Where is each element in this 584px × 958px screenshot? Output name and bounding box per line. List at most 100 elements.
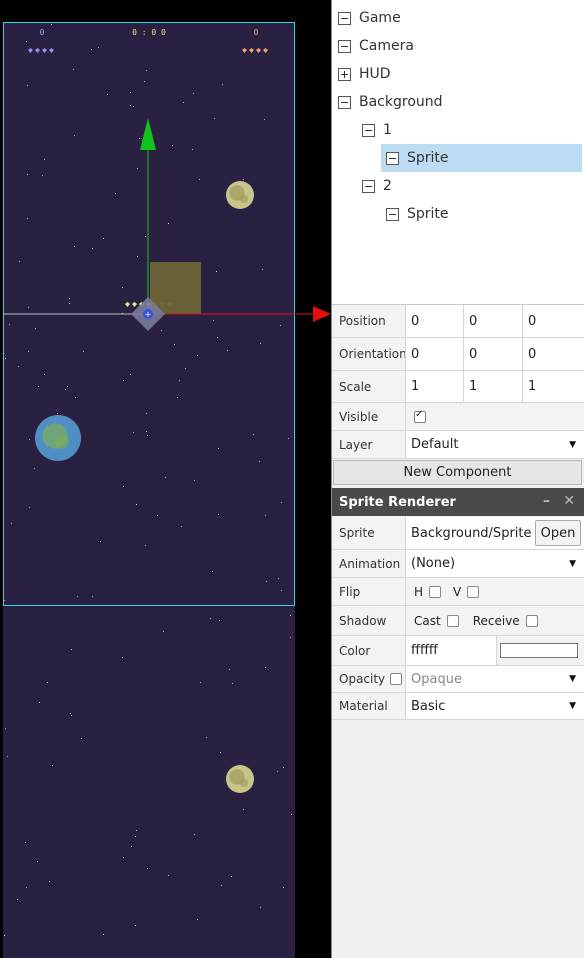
- material-select[interactable]: Basic ▼: [405, 693, 584, 719]
- opacity-row: Opacity Opaque ▼: [332, 666, 584, 693]
- hud-score-right: 0: [254, 28, 259, 37]
- hud-score-left: 0: [40, 28, 45, 37]
- tree-label: Game: [359, 10, 401, 26]
- collapse-icon[interactable]: [386, 151, 399, 165]
- opacity-select[interactable]: Opaque ▼: [405, 666, 584, 692]
- tree-item-1[interactable]: 1: [362, 116, 562, 144]
- heart-icon-row-left: [28, 48, 54, 53]
- material-row: Material Basic ▼: [332, 693, 584, 720]
- minimize-icon[interactable]: –: [543, 493, 550, 509]
- tree-item-hud[interactable]: HUD: [338, 60, 578, 88]
- opacity-value: Opaque: [411, 671, 462, 687]
- tree-item-camera[interactable]: Camera: [338, 32, 578, 60]
- heart-icon: [28, 48, 33, 53]
- scale-z-field[interactable]: 1: [522, 371, 584, 402]
- heart-icon: [49, 48, 54, 53]
- tree-label: Sprite: [407, 150, 449, 166]
- material-value: Basic: [411, 698, 446, 714]
- opacity-label: Opacity: [339, 672, 386, 686]
- tree-item-2[interactable]: 2: [362, 172, 562, 200]
- shadow-label: Shadow: [339, 613, 387, 628]
- tree-item-sprite-2[interactable]: Sprite: [386, 200, 566, 228]
- cast-checkbox[interactable]: [446, 614, 459, 627]
- animation-value: (None): [411, 556, 456, 571]
- tree-label: Sprite: [407, 206, 449, 222]
- dropdown-arrow-icon: ▼: [569, 701, 576, 711]
- position-x-field[interactable]: 0: [405, 305, 463, 337]
- expand-icon[interactable]: [338, 67, 351, 81]
- y-axis-arrow-icon[interactable]: [140, 118, 156, 150]
- x-axis-arrow-icon[interactable]: [313, 306, 331, 322]
- visible-checkbox[interactable]: [414, 409, 426, 423]
- collapse-icon[interactable]: [362, 179, 375, 193]
- cast-label: Cast: [414, 613, 441, 628]
- scale-row: Scale 1 1 1: [332, 371, 584, 403]
- editor-panel: Game Camera HUD Background 1 Sprite 2 Sp…: [331, 0, 584, 958]
- dropdown-arrow-icon: ▼: [569, 439, 576, 450]
- animation-row: Animation (None) ▼: [332, 550, 584, 578]
- tree-label: Camera: [359, 38, 414, 54]
- flip-row: Flip H V: [332, 578, 584, 606]
- orientation-label: Orientation: [339, 347, 407, 361]
- tree-label: 1: [383, 122, 392, 138]
- animation-select[interactable]: (None) ▼: [405, 550, 584, 577]
- close-icon[interactable]: ✕: [563, 493, 575, 509]
- scene-overlay: 0 0 : 0 0 0 +: [3, 28, 331, 331]
- selection-box: [150, 262, 201, 314]
- scale-x-field[interactable]: 1: [405, 371, 463, 402]
- layer-select[interactable]: Default ▼: [405, 431, 584, 458]
- scale-y-field[interactable]: 1: [463, 371, 522, 402]
- orientation-y-field[interactable]: 0: [463, 338, 522, 370]
- flip-v-label: V: [453, 584, 462, 599]
- dropdown-arrow-icon: ▼: [569, 558, 576, 569]
- sprite-renderer-header: Sprite Renderer – ✕: [332, 488, 584, 516]
- sprite-field[interactable]: Background/Sprite Open: [405, 517, 584, 549]
- visible-row: Visible: [332, 403, 584, 431]
- receive-checkbox[interactable]: [525, 614, 538, 627]
- heart-icon: [42, 48, 47, 53]
- tree-item-sprite-1[interactable]: Sprite: [381, 144, 582, 172]
- orientation-row: Orientation 0 0 0: [332, 338, 584, 371]
- shadow-row: Shadow Cast Receive: [332, 606, 584, 636]
- collapse-icon[interactable]: [362, 123, 375, 137]
- flip-h-checkbox[interactable]: [429, 585, 442, 598]
- tree-item-background[interactable]: Background: [338, 88, 578, 116]
- color-row: Color ffffff: [332, 636, 584, 666]
- sprite-value: Background/Sprite: [411, 525, 532, 541]
- orientation-x-field[interactable]: 0: [405, 338, 463, 370]
- flip-h-label: H: [414, 584, 424, 599]
- heart-icon: [35, 48, 40, 53]
- heart-icon: [249, 48, 254, 53]
- open-button[interactable]: Open: [535, 520, 581, 546]
- heart-icon: [256, 48, 261, 53]
- tree-item-game[interactable]: Game: [338, 4, 578, 32]
- sprite-label: Sprite: [339, 526, 375, 540]
- orientation-z-field[interactable]: 0: [522, 338, 584, 370]
- position-z-field[interactable]: 0: [522, 305, 584, 337]
- color-swatch[interactable]: [500, 643, 578, 658]
- opacity-label-wrap: Opacity: [339, 666, 403, 692]
- layer-value: Default: [411, 437, 459, 452]
- scene-viewport[interactable]: 0 0 : 0 0 0 +: [0, 0, 331, 958]
- component-title: Sprite Renderer: [339, 494, 456, 510]
- new-component-button[interactable]: New Component: [333, 460, 582, 485]
- collapse-icon[interactable]: [386, 207, 399, 221]
- tree-label: 2: [383, 178, 392, 194]
- layer-row: Layer Default ▼: [332, 431, 584, 459]
- heart-icon: [263, 48, 268, 53]
- heart-icon: [125, 302, 130, 307]
- heart-icon-row-right: [242, 48, 268, 53]
- color-hex-field[interactable]: ffffff: [405, 636, 496, 665]
- opacity-checkbox[interactable]: [390, 673, 403, 685]
- flip-label: Flip: [339, 584, 361, 599]
- scale-label: Scale: [339, 379, 372, 394]
- dropdown-arrow-icon: ▼: [569, 674, 576, 684]
- flip-v-checkbox[interactable]: [467, 585, 480, 598]
- layer-label: Layer: [339, 437, 373, 452]
- collapse-icon[interactable]: [338, 11, 351, 25]
- color-label: Color: [339, 643, 371, 658]
- heart-icon: [242, 48, 247, 53]
- collapse-icon[interactable]: [338, 39, 351, 53]
- collapse-icon[interactable]: [338, 95, 351, 109]
- position-y-field[interactable]: 0: [463, 305, 522, 337]
